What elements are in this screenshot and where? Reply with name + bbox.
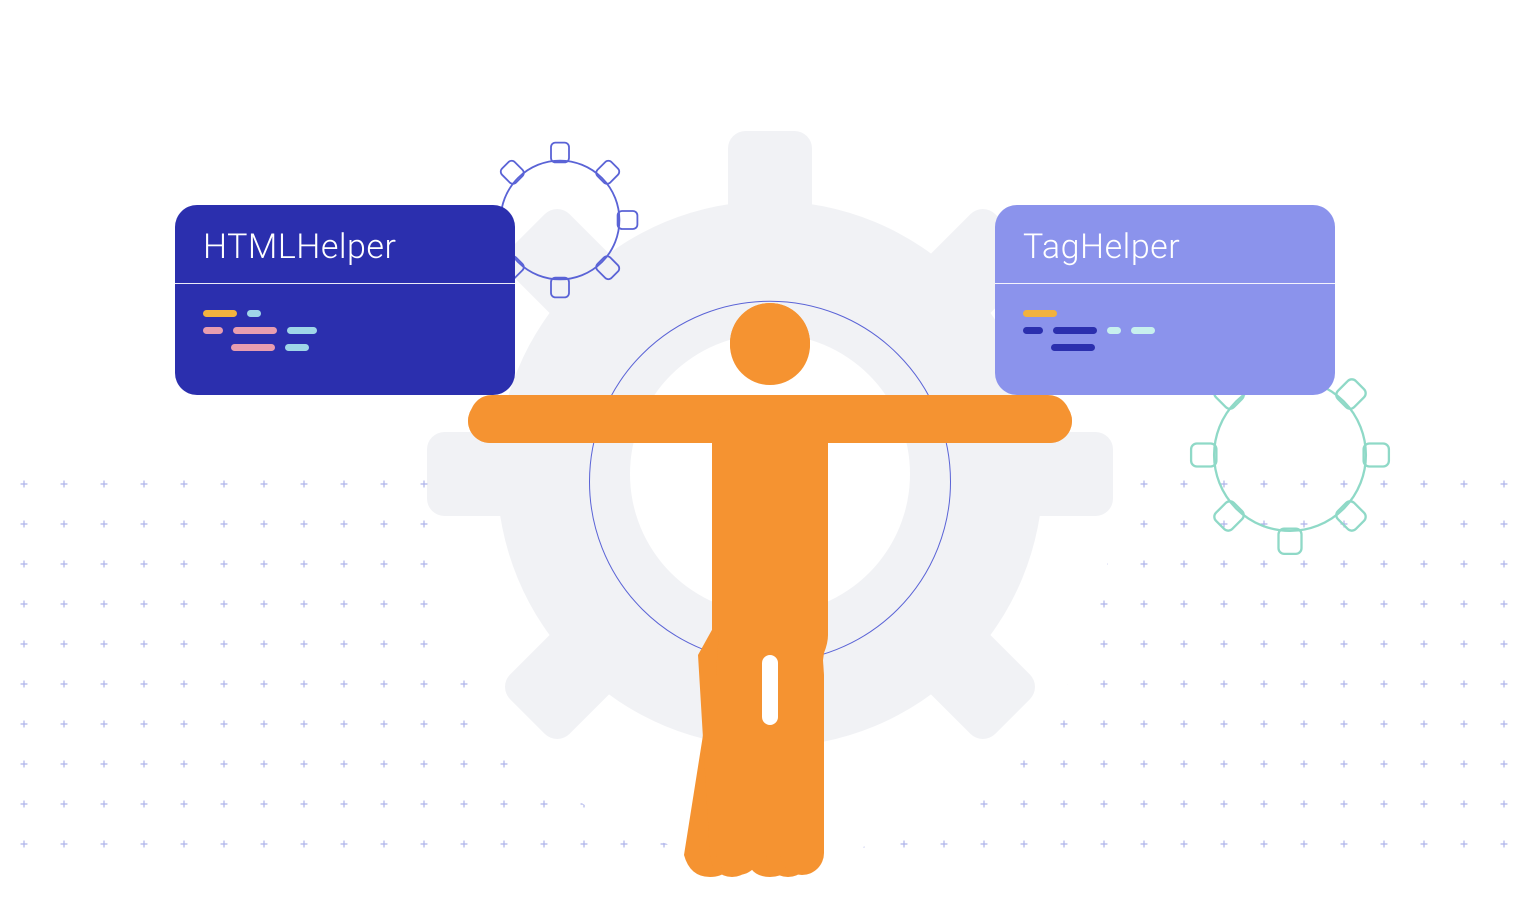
- code-token: [285, 344, 309, 351]
- code-line: [203, 310, 487, 317]
- code-token: [1107, 327, 1121, 334]
- code-token: [203, 310, 237, 317]
- code-token: [233, 327, 277, 334]
- code-token: [247, 310, 261, 317]
- taghelper-card-title: TagHelper: [995, 205, 1335, 284]
- code-token: [231, 344, 275, 351]
- code-token: [203, 327, 223, 334]
- code-line: [203, 327, 487, 334]
- code-token: [1131, 327, 1155, 334]
- code-line: [203, 344, 487, 351]
- htmlhelper-card-title: HTMLHelper: [175, 205, 515, 284]
- diagram-stage: HTMLHelper TagHelper: [0, 0, 1540, 920]
- code-token: [287, 327, 317, 334]
- accessibility-person-icon: [460, 295, 1080, 895]
